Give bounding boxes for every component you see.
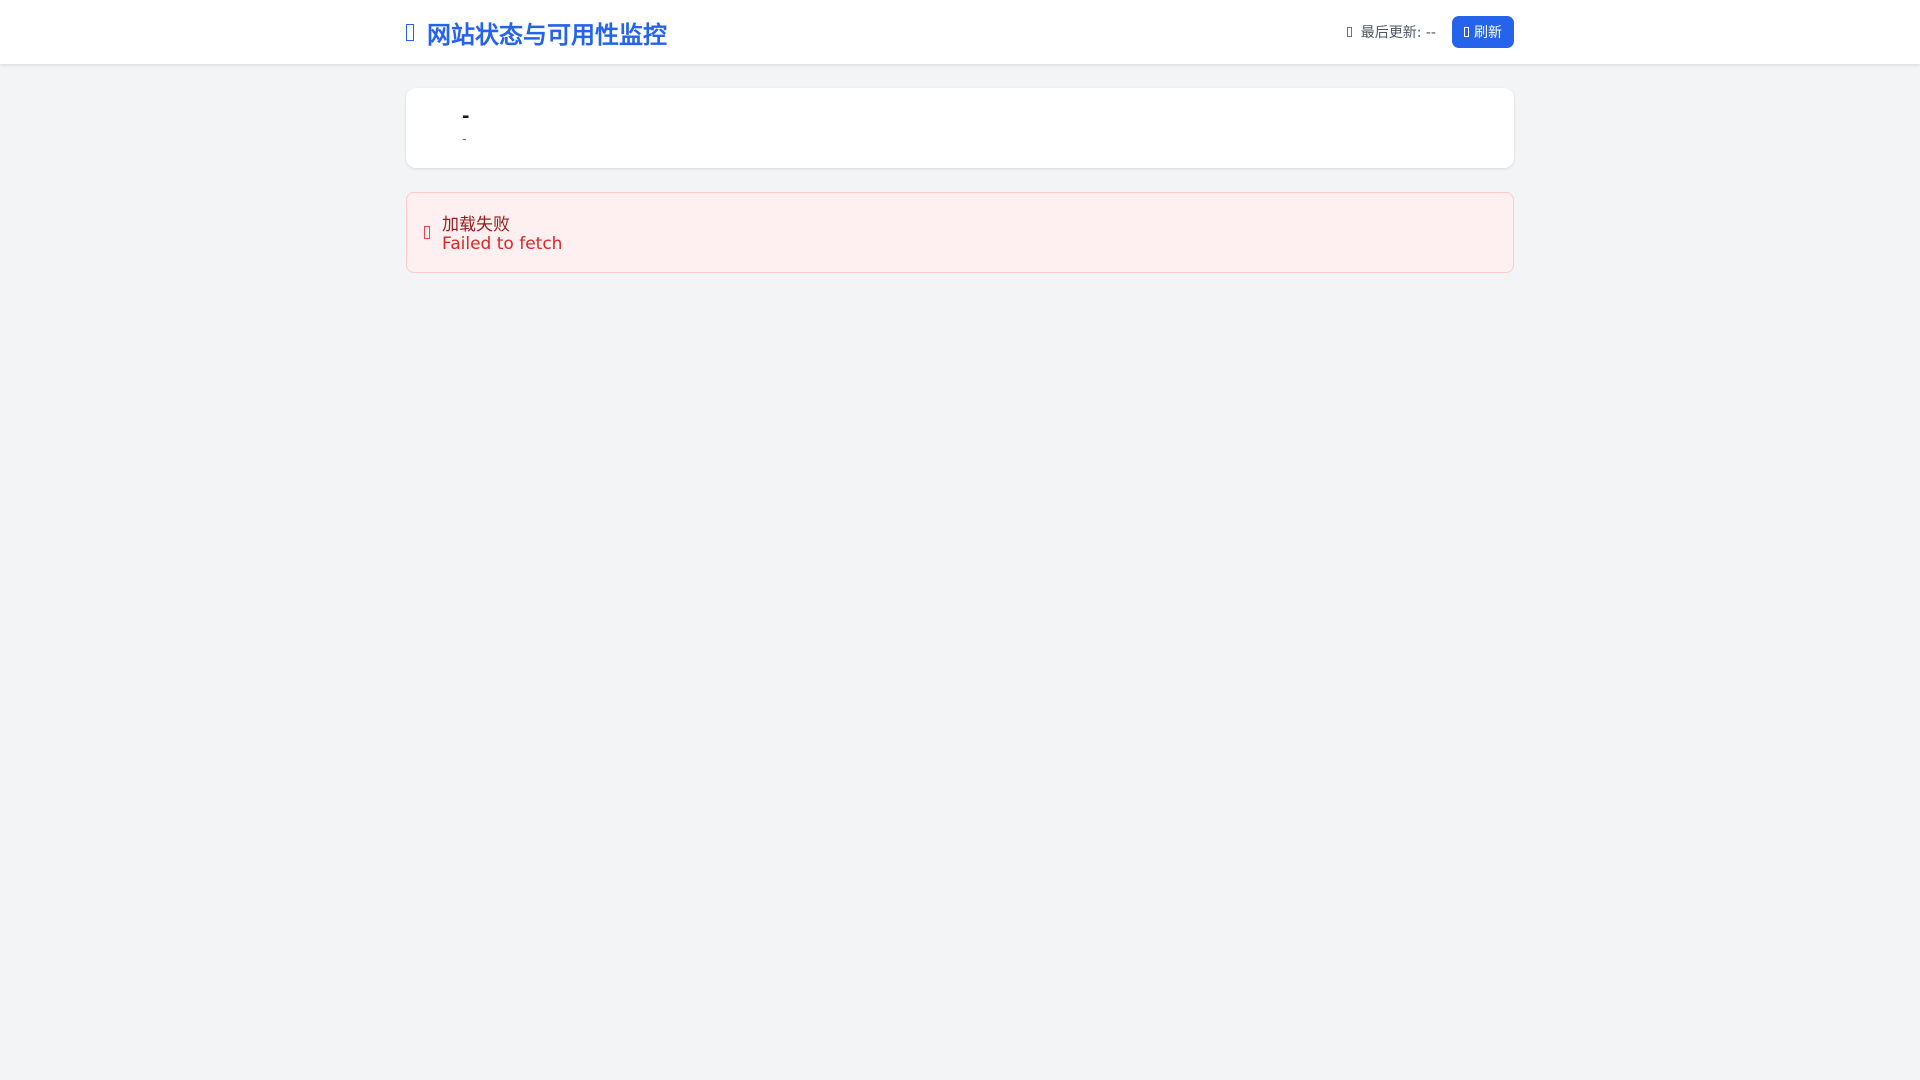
monitor-icon	[406, 23, 414, 41]
refresh-icon	[1464, 27, 1469, 37]
last-updated: 最后更新: --	[1346, 22, 1436, 42]
error-icon	[424, 226, 430, 239]
page-title: 网站状态与可用性监控	[406, 15, 667, 50]
last-updated-text: 最后更新: --	[1360, 25, 1436, 41]
error-message: Failed to fetch	[442, 234, 563, 254]
site-url: -	[462, 132, 467, 147]
error-alert: 加载失败 Failed to fetch	[406, 192, 1514, 273]
site-card: - -	[406, 88, 1514, 168]
page-title-text: 网站状态与可用性监控	[427, 20, 667, 49]
clock-icon	[1346, 27, 1352, 37]
site-name: -	[462, 106, 470, 127]
app-header: 网站状态与可用性监控 最后更新: -- 刷新	[0, 0, 1920, 64]
error-title: 加载失败	[442, 215, 510, 235]
refresh-button[interactable]: 刷新	[1452, 16, 1514, 48]
refresh-label: 刷新	[1474, 25, 1502, 41]
